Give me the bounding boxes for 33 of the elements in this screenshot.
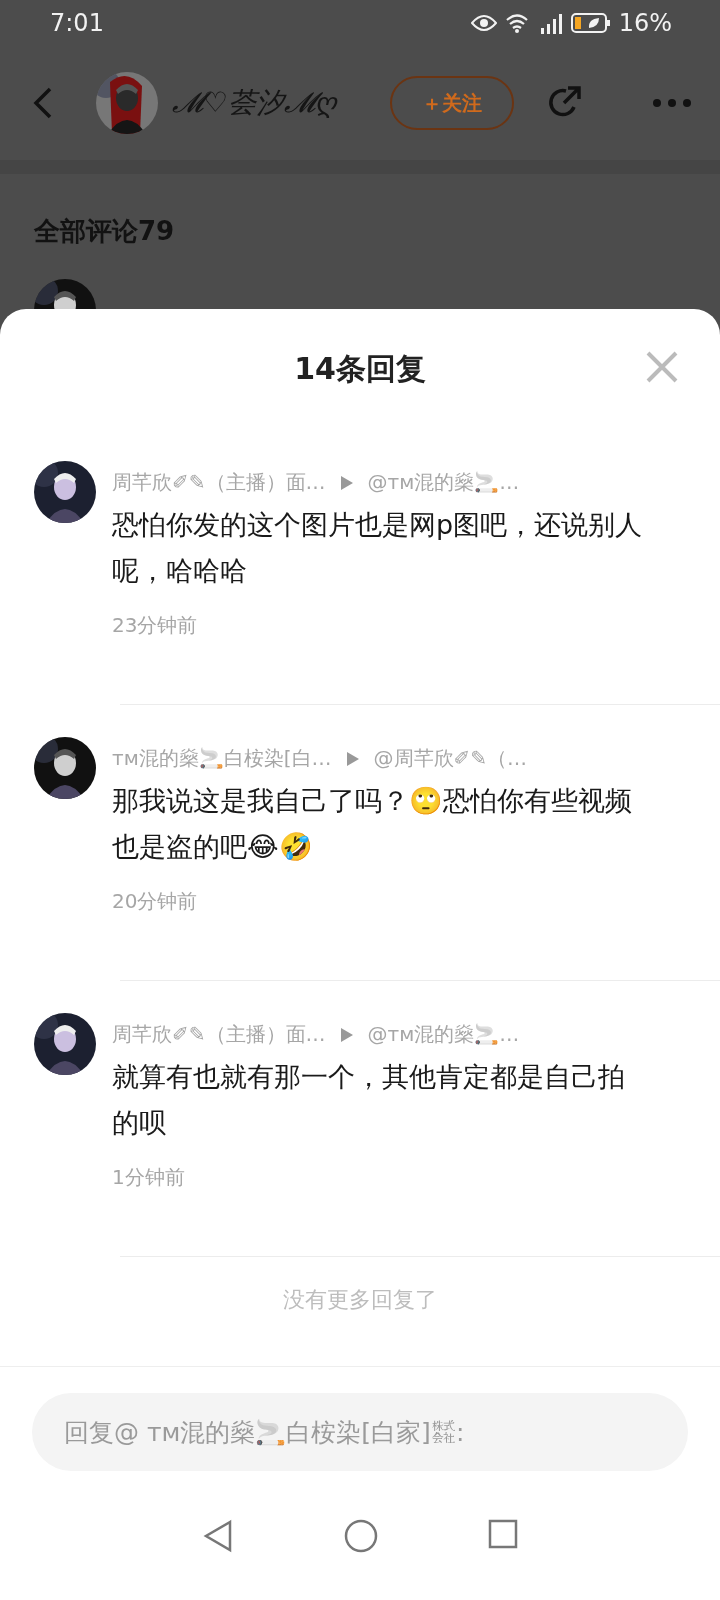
- more-icon[interactable]: [652, 98, 692, 108]
- reply-target[interactable]: @周芊欣✐✎（…: [373, 745, 528, 772]
- replier-name[interactable]: 周芊欣✐✎（主播）面…: [112, 1021, 326, 1048]
- reply-input[interactable]: 回复@ ᴛᴍ混的燊🚬白桉染[白家]㍿:: [32, 1393, 688, 1471]
- close-button[interactable]: [644, 349, 680, 385]
- reply-time: 1分钟前: [112, 1164, 186, 1191]
- replier-name[interactable]: 周芊欣✐✎（主播）面…: [112, 469, 326, 496]
- reply-time: 20分钟前: [112, 888, 199, 915]
- reply-target[interactable]: @ᴛᴍ混的燊🚬…: [367, 469, 520, 496]
- end-note: 没有更多回复了: [282, 1286, 438, 1314]
- reply-text: 就算有也就有那一个，其他肯定都是自己拍的呗: [112, 1060, 626, 1140]
- wifi-icon: [504, 13, 529, 33]
- status-time: 7:01: [50, 9, 105, 37]
- play-icon: [339, 1026, 354, 1043]
- close-icon: [644, 349, 680, 385]
- replier-name[interactable]: ᴛᴍ混的燊🚬白桉染[白…: [112, 745, 332, 772]
- back-icon[interactable]: [32, 86, 54, 120]
- reply-target[interactable]: @ᴛᴍ混的燊🚬…: [367, 1021, 520, 1048]
- section-title: 全部评论79: [34, 215, 176, 248]
- battery-icon: [570, 13, 611, 33]
- play-icon: [345, 750, 360, 767]
- home-nav-icon[interactable]: [344, 1519, 378, 1553]
- battery-percent: 16%: [618, 9, 672, 37]
- back-nav-icon[interactable]: [202, 1519, 234, 1553]
- reply-time: 23分钟前: [112, 612, 199, 639]
- reply-text: 那我说这是我自己了吗？🙄恐怕你有些视频也是盗的吧😂🤣: [112, 784, 633, 864]
- play-icon: [339, 474, 354, 491]
- profile-name: 𝓜♡荟汐𝓜ღ: [172, 85, 339, 121]
- eye-icon: [470, 15, 497, 31]
- follow-button[interactable]: ＋关注: [390, 76, 514, 130]
- recents-nav-icon[interactable]: [488, 1519, 518, 1549]
- sheet-title: 14条回复: [294, 349, 426, 388]
- reply-text: 恐怕你发的这个图片也是网p图吧，还说别人呢，哈哈哈: [112, 508, 644, 588]
